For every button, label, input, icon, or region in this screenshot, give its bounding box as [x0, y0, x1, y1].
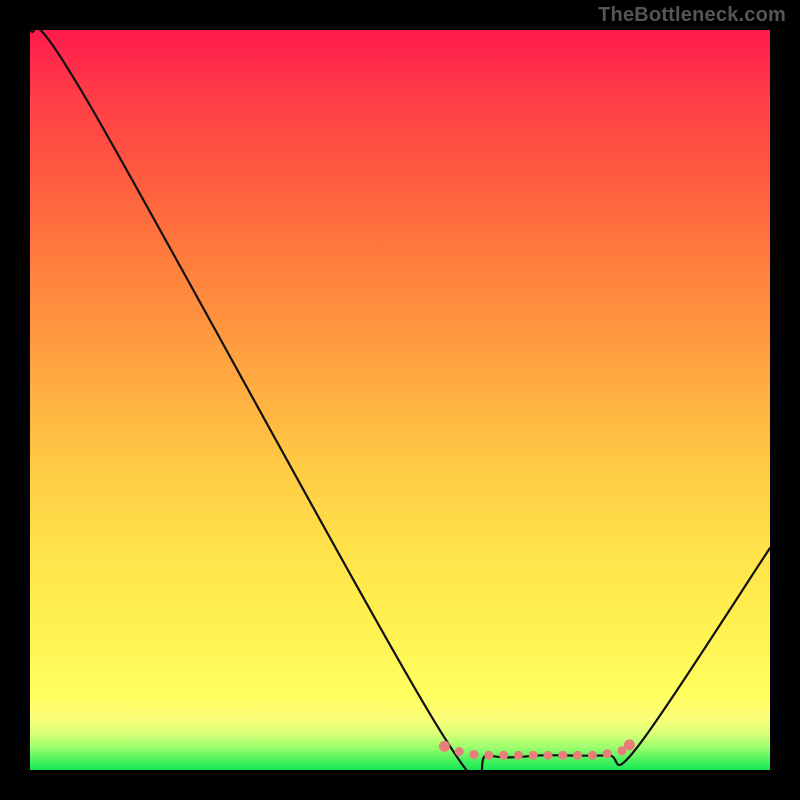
plot-area	[30, 30, 770, 770]
valley-dot	[529, 751, 538, 760]
bottleneck-curve	[30, 30, 770, 770]
watermark-text: TheBottleneck.com	[598, 4, 786, 27]
valley-dot	[558, 751, 567, 760]
valley-dot	[603, 749, 612, 758]
valley-dot	[588, 751, 597, 760]
chart-frame: TheBottleneck.com	[0, 0, 800, 800]
curve-layer	[30, 30, 770, 770]
valley-dot	[499, 751, 508, 760]
valley-dots-group	[439, 739, 635, 759]
valley-dot	[624, 739, 635, 750]
valley-dot	[514, 751, 523, 760]
valley-dot	[484, 751, 493, 760]
valley-dot	[439, 741, 450, 752]
valley-dot	[573, 751, 582, 760]
valley-dot	[544, 751, 553, 760]
valley-dot	[455, 747, 464, 756]
valley-dot	[470, 750, 479, 759]
